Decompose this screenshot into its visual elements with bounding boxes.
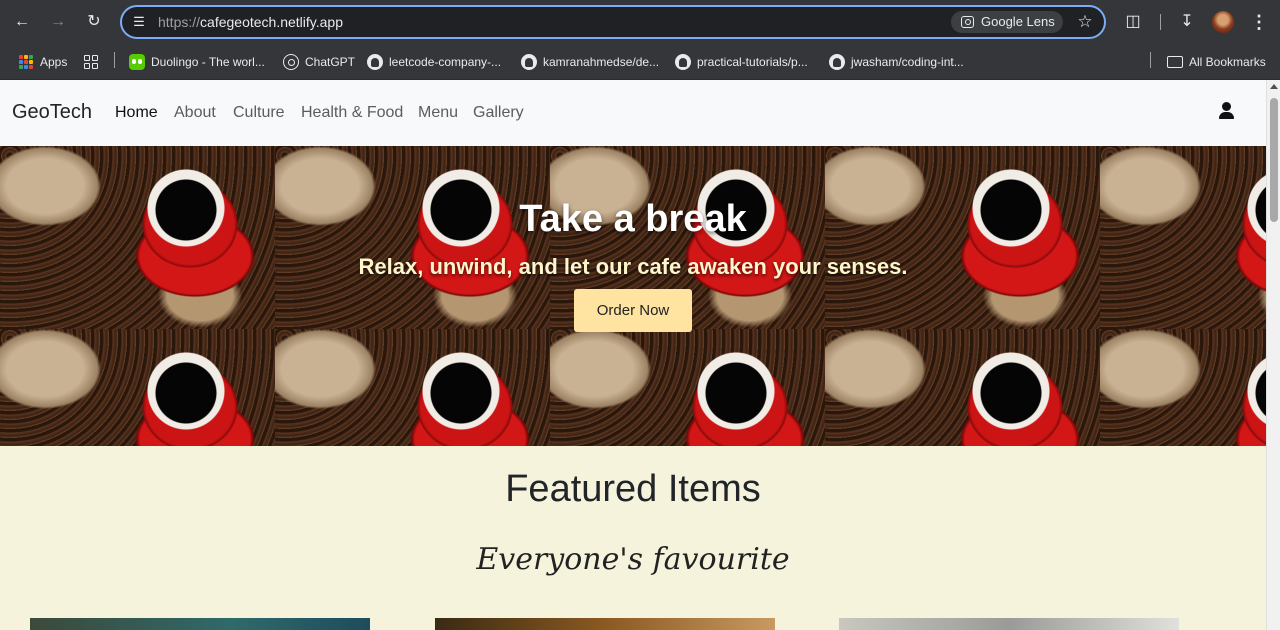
page-scrollbar[interactable] (1266, 80, 1280, 630)
bookmark-label: jwasham/coding-int... (851, 55, 964, 69)
nav-menu[interactable]: Menu (418, 104, 458, 122)
web-page: GeoTech Home About Culture Health & Food… (0, 80, 1266, 630)
site-navbar: GeoTech Home About Culture Health & Food… (0, 80, 1266, 146)
bookmarks-bar: Apps Duolingo - The worl... ChatGPT leet… (0, 44, 1280, 80)
grid-icon (83, 54, 99, 70)
bookmark-label: Duolingo - The worl... (151, 55, 265, 69)
more-menu-icon[interactable]: ⋮ (1248, 11, 1270, 33)
bookmark-label: leetcode-company-... (389, 55, 502, 69)
hero-banner: Take a break Relax, unwind, and let our … (0, 146, 1266, 446)
profile-avatar[interactable] (1212, 11, 1234, 33)
bookmark-apps[interactable]: Apps (18, 51, 67, 73)
nav-about[interactable]: About (174, 104, 216, 122)
user-icon[interactable] (1218, 102, 1236, 120)
bookmark-practical-tutorials[interactable]: practical-tutorials/p... (675, 51, 808, 73)
url-host: cafegeotech.netlify.app (200, 14, 343, 30)
hero-subtitle: Relax, unwind, and let our cafe awaken y… (358, 254, 908, 279)
featured-item-image[interactable] (435, 618, 775, 630)
lens-icon (961, 16, 974, 28)
extensions-icon[interactable]: ◫ (1122, 11, 1144, 33)
nav-culture[interactable]: Culture (233, 104, 285, 122)
bookmark-star-icon[interactable]: ☆ (1074, 11, 1096, 33)
bookmark-label: Apps (40, 55, 68, 69)
bookmark-chatgpt[interactable]: ChatGPT (283, 51, 355, 73)
download-icon[interactable]: ↧ (1176, 11, 1198, 33)
bookmark-leetcode[interactable]: leetcode-company-... (367, 51, 501, 73)
bookmarks-divider (114, 52, 115, 68)
github-icon (367, 54, 383, 70)
hero-title: Take a break (519, 198, 747, 240)
tab-groups-button[interactable] (83, 51, 99, 73)
featured-item-image[interactable] (839, 618, 1179, 630)
github-icon (521, 54, 537, 70)
browser-toolbar: ← → ↻ ☰ https://cafegeotech.netlify.app … (0, 0, 1280, 44)
apps-icon (18, 54, 34, 70)
url-text[interactable]: https://cafegeotech.netlify.app (158, 14, 343, 30)
bookmark-label: practical-tutorials/p... (697, 55, 808, 69)
bookmark-label: ChatGPT (305, 55, 356, 69)
google-lens-button[interactable]: Google Lens (951, 11, 1063, 33)
nav-gallery[interactable]: Gallery (473, 104, 524, 122)
forward-arrow-icon[interactable]: → (47, 11, 69, 33)
reload-icon[interactable]: ↻ (83, 11, 105, 33)
bookmark-label: kamranahmedse/de... (543, 55, 660, 69)
bookmark-duolingo[interactable]: Duolingo - The worl... (129, 51, 265, 73)
scrollbar-thumb[interactable] (1270, 98, 1278, 222)
folder-icon (1167, 56, 1183, 68)
google-lens-label: Google Lens (981, 14, 1055, 29)
featured-heading: Featured Items (505, 468, 761, 510)
nav-home[interactable]: Home (115, 104, 158, 122)
featured-subheading: Everyone's favourite (476, 542, 790, 577)
featured-item-image[interactable] (30, 618, 370, 630)
nav-health-food[interactable]: Health & Food (301, 104, 403, 122)
address-bar[interactable]: ☰ https://cafegeotech.netlify.app Google… (120, 5, 1106, 39)
chatgpt-icon (283, 54, 299, 70)
all-bookmarks-button[interactable]: All Bookmarks (1167, 51, 1266, 73)
bookmark-kamranahmedse[interactable]: kamranahmedse/de... (521, 51, 659, 73)
github-icon (675, 54, 691, 70)
bookmarks-divider-right (1150, 52, 1151, 68)
github-icon (829, 54, 845, 70)
site-settings-icon[interactable]: ☰ (130, 13, 148, 31)
toolbar-divider (1160, 14, 1161, 30)
back-arrow-icon[interactable]: ← (11, 11, 33, 33)
scroll-up-arrow-icon[interactable] (1270, 84, 1278, 89)
duolingo-icon (129, 54, 145, 70)
all-bookmarks-label: All Bookmarks (1189, 55, 1266, 69)
bookmark-jwasham[interactable]: jwasham/coding-int... (829, 51, 964, 73)
url-scheme: https:// (158, 14, 201, 30)
brand-logo[interactable]: GeoTech (12, 101, 92, 124)
order-now-button[interactable]: Order Now (574, 289, 692, 332)
